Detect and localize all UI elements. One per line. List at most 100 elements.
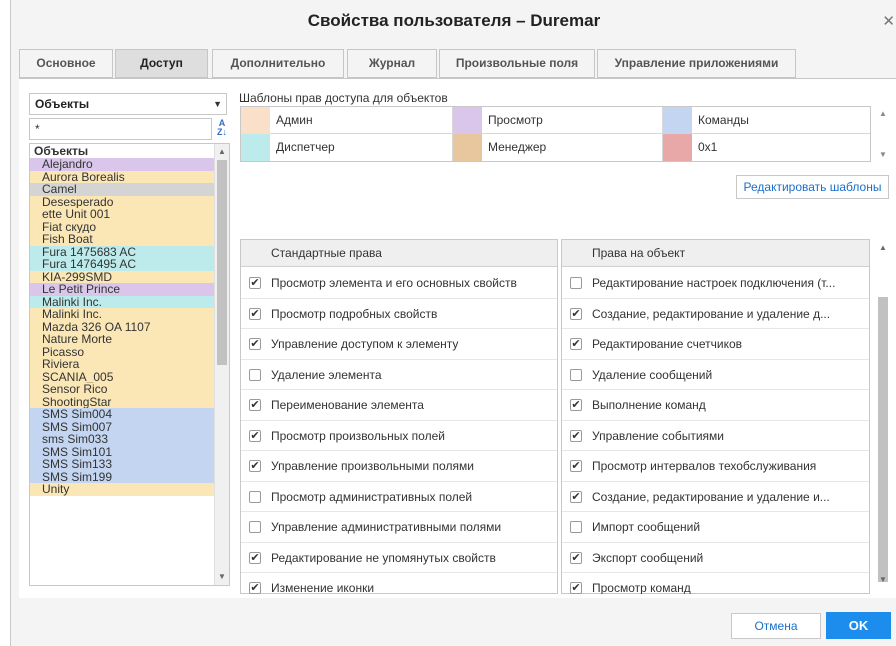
rights-row[interactable]: ✔ Переименование элемента [241,390,557,421]
object-list-item[interactable]: SMS Sim007 [30,420,216,433]
scroll-down-icon[interactable]: ▼ [876,150,890,159]
tab-app-management[interactable]: Управление приложениями [597,49,796,78]
scroll-up-icon[interactable]: ▲ [876,243,890,252]
checkbox-checked[interactable]: ✔ [249,460,261,472]
rights-row[interactable]: Импорт сообщений [562,512,869,543]
checkbox-checked[interactable]: ✔ [570,307,582,320]
object-list-scrollbar[interactable]: ▲ ▼ [214,144,229,585]
checkbox-checked[interactable]: ✔ [249,277,261,289]
scroll-down-icon[interactable]: ▼ [215,571,229,583]
rights-row[interactable]: Управление административными полями [241,512,557,543]
object-list-item[interactable]: ShootingStar [30,395,216,408]
checkbox-checked[interactable]: ✔ [570,551,582,564]
rights-row[interactable]: ✔ Управление событиями [562,421,869,451]
object-list-item[interactable]: Riviera [30,358,216,371]
rights-row[interactable]: ✔ Просмотр подробных свойств [241,299,557,329]
checkbox-checked[interactable]: ✔ [249,429,261,442]
object-list-item[interactable]: Alejandro [30,158,216,171]
object-list-item[interactable]: Fura 1476495 AC [30,258,216,271]
rights-row[interactable]: Редактирование настроек подключения (т..… [562,268,869,299]
edit-templates-button[interactable]: Редактировать шаблоны [736,175,889,199]
rights-row[interactable]: ✔ Управление доступом к элементу [241,329,557,360]
rights-row[interactable]: ✔ Редактирование счетчиков [562,329,869,360]
template-0x1[interactable]: 0x1 [663,134,870,161]
object-list-item[interactable]: Sensor Rico [30,383,216,396]
rights-row[interactable]: Удаление сообщений [562,360,869,390]
object-list-item[interactable]: Camel [30,183,216,196]
rights-row[interactable]: ✔ Просмотр элемента и его основных свойст… [241,268,557,299]
rights-row[interactable]: ✔ Редактирование не упомянутых свойств [241,543,557,573]
checkbox-unchecked[interactable] [249,368,261,381]
rights-row[interactable]: ✔ Экспорт сообщений [562,543,869,573]
rights-row[interactable]: ✔ Просмотр команд [562,573,869,594]
tab-advanced[interactable]: Дополнительно [212,49,344,78]
object-list-item[interactable]: ette Unit 001 [30,208,216,221]
templates-scrollbar[interactable]: ▲ ▼ [876,106,890,162]
template-view[interactable]: Просмотр [453,107,663,134]
template-admin[interactable]: Админ [241,107,453,134]
object-list-item[interactable]: Le Petit Prince [30,283,216,296]
object-list-item[interactable]: Aurora Borealis [30,170,216,183]
scroll-down-icon[interactable]: ▼ [876,575,890,584]
object-list-item[interactable]: KIA-299SMD [30,270,216,283]
scroll-up-icon[interactable]: ▲ [215,146,229,158]
object-type-select[interactable]: Объекты ▼ [29,93,227,115]
checkbox-checked[interactable]: ✔ [249,338,261,350]
checkbox-checked[interactable]: ✔ [570,399,582,411]
object-list-item[interactable]: Picasso [30,345,216,358]
checkbox-checked[interactable]: ✔ [570,490,582,503]
checkbox-checked[interactable]: ✔ [570,582,582,594]
checkbox-checked[interactable]: ✔ [570,338,582,350]
tab-log[interactable]: Журнал [347,49,437,78]
object-list-item[interactable]: Unity [30,483,216,496]
rights-row[interactable]: ✔ Управление произвольными полями [241,451,557,482]
checkbox-checked[interactable]: ✔ [570,429,582,442]
object-list-item[interactable]: Malinki Inc. [30,295,216,308]
rights-row[interactable]: ✔ Изменение иконки [241,573,557,594]
tab-access[interactable]: Доступ [115,49,208,78]
template-commands[interactable]: Команды [663,107,870,134]
sort-az-icon[interactable]: A Z↓ [214,119,230,139]
rights-scrollbar[interactable]: ▲ ▼ [876,239,890,594]
rights-row[interactable]: ✔ Просмотр интервалов техобслуживания [562,451,869,482]
object-list-item[interactable]: Desesperado [30,195,216,208]
ok-button[interactable]: OK [826,612,891,639]
tab-basic[interactable]: Основное [19,49,113,78]
object-list-item[interactable]: SMS Sim133 [30,458,216,471]
tab-custom-fields[interactable]: Произвольные поля [439,49,595,78]
checkbox-unchecked[interactable] [570,277,582,289]
rights-row[interactable]: ✔ Создание, редактирование и удаление д..… [562,299,869,329]
object-list-item[interactable]: Nature Morte [30,333,216,346]
template-dispatcher[interactable]: Диспетчер [241,134,453,161]
scrollbar-thumb[interactable] [217,160,227,365]
scrollbar-thumb[interactable] [878,297,888,582]
checkbox-checked[interactable]: ✔ [249,307,261,320]
checkbox-checked[interactable]: ✔ [570,460,582,472]
object-list-item[interactable]: SMS Sim101 [30,445,216,458]
object-list-item[interactable]: Malinki Inc. [30,308,216,321]
rights-row[interactable]: Просмотр административных полей [241,482,557,512]
checkbox-unchecked[interactable] [249,490,261,503]
close-icon[interactable]: ✕ [882,12,895,30]
checkbox-checked[interactable]: ✔ [249,582,261,594]
checkbox-unchecked[interactable] [249,521,261,533]
rights-row[interactable]: ✔ Создание, редактирование и удаление и..… [562,482,869,512]
object-list-item[interactable]: Fish Boat [30,233,216,246]
checkbox-unchecked[interactable] [570,521,582,533]
checkbox-checked[interactable]: ✔ [249,399,261,411]
rights-row[interactable]: Удаление элемента [241,360,557,390]
checkbox-checked[interactable]: ✔ [249,551,261,564]
object-list-item[interactable]: SMS Sim004 [30,408,216,421]
object-list-item[interactable]: sms Sim033 [30,433,216,446]
rights-row[interactable]: ✔ Просмотр произвольных полей [241,421,557,451]
object-list-item[interactable]: Fura 1475683 AC [30,245,216,258]
rights-row[interactable]: ✔ Выполнение команд [562,390,869,421]
checkbox-unchecked[interactable] [570,368,582,381]
object-list-item[interactable]: SMS Sim199 [30,470,216,483]
scroll-up-icon[interactable]: ▲ [876,109,890,118]
cancel-button[interactable]: Отмена [731,613,821,639]
object-list-item[interactable]: SCANIA_005 [30,370,216,383]
object-search-input[interactable]: * [29,118,212,140]
object-list-item[interactable]: Mazda 326 OA 1107 [30,320,216,333]
template-manager[interactable]: Менеджер [453,134,663,161]
